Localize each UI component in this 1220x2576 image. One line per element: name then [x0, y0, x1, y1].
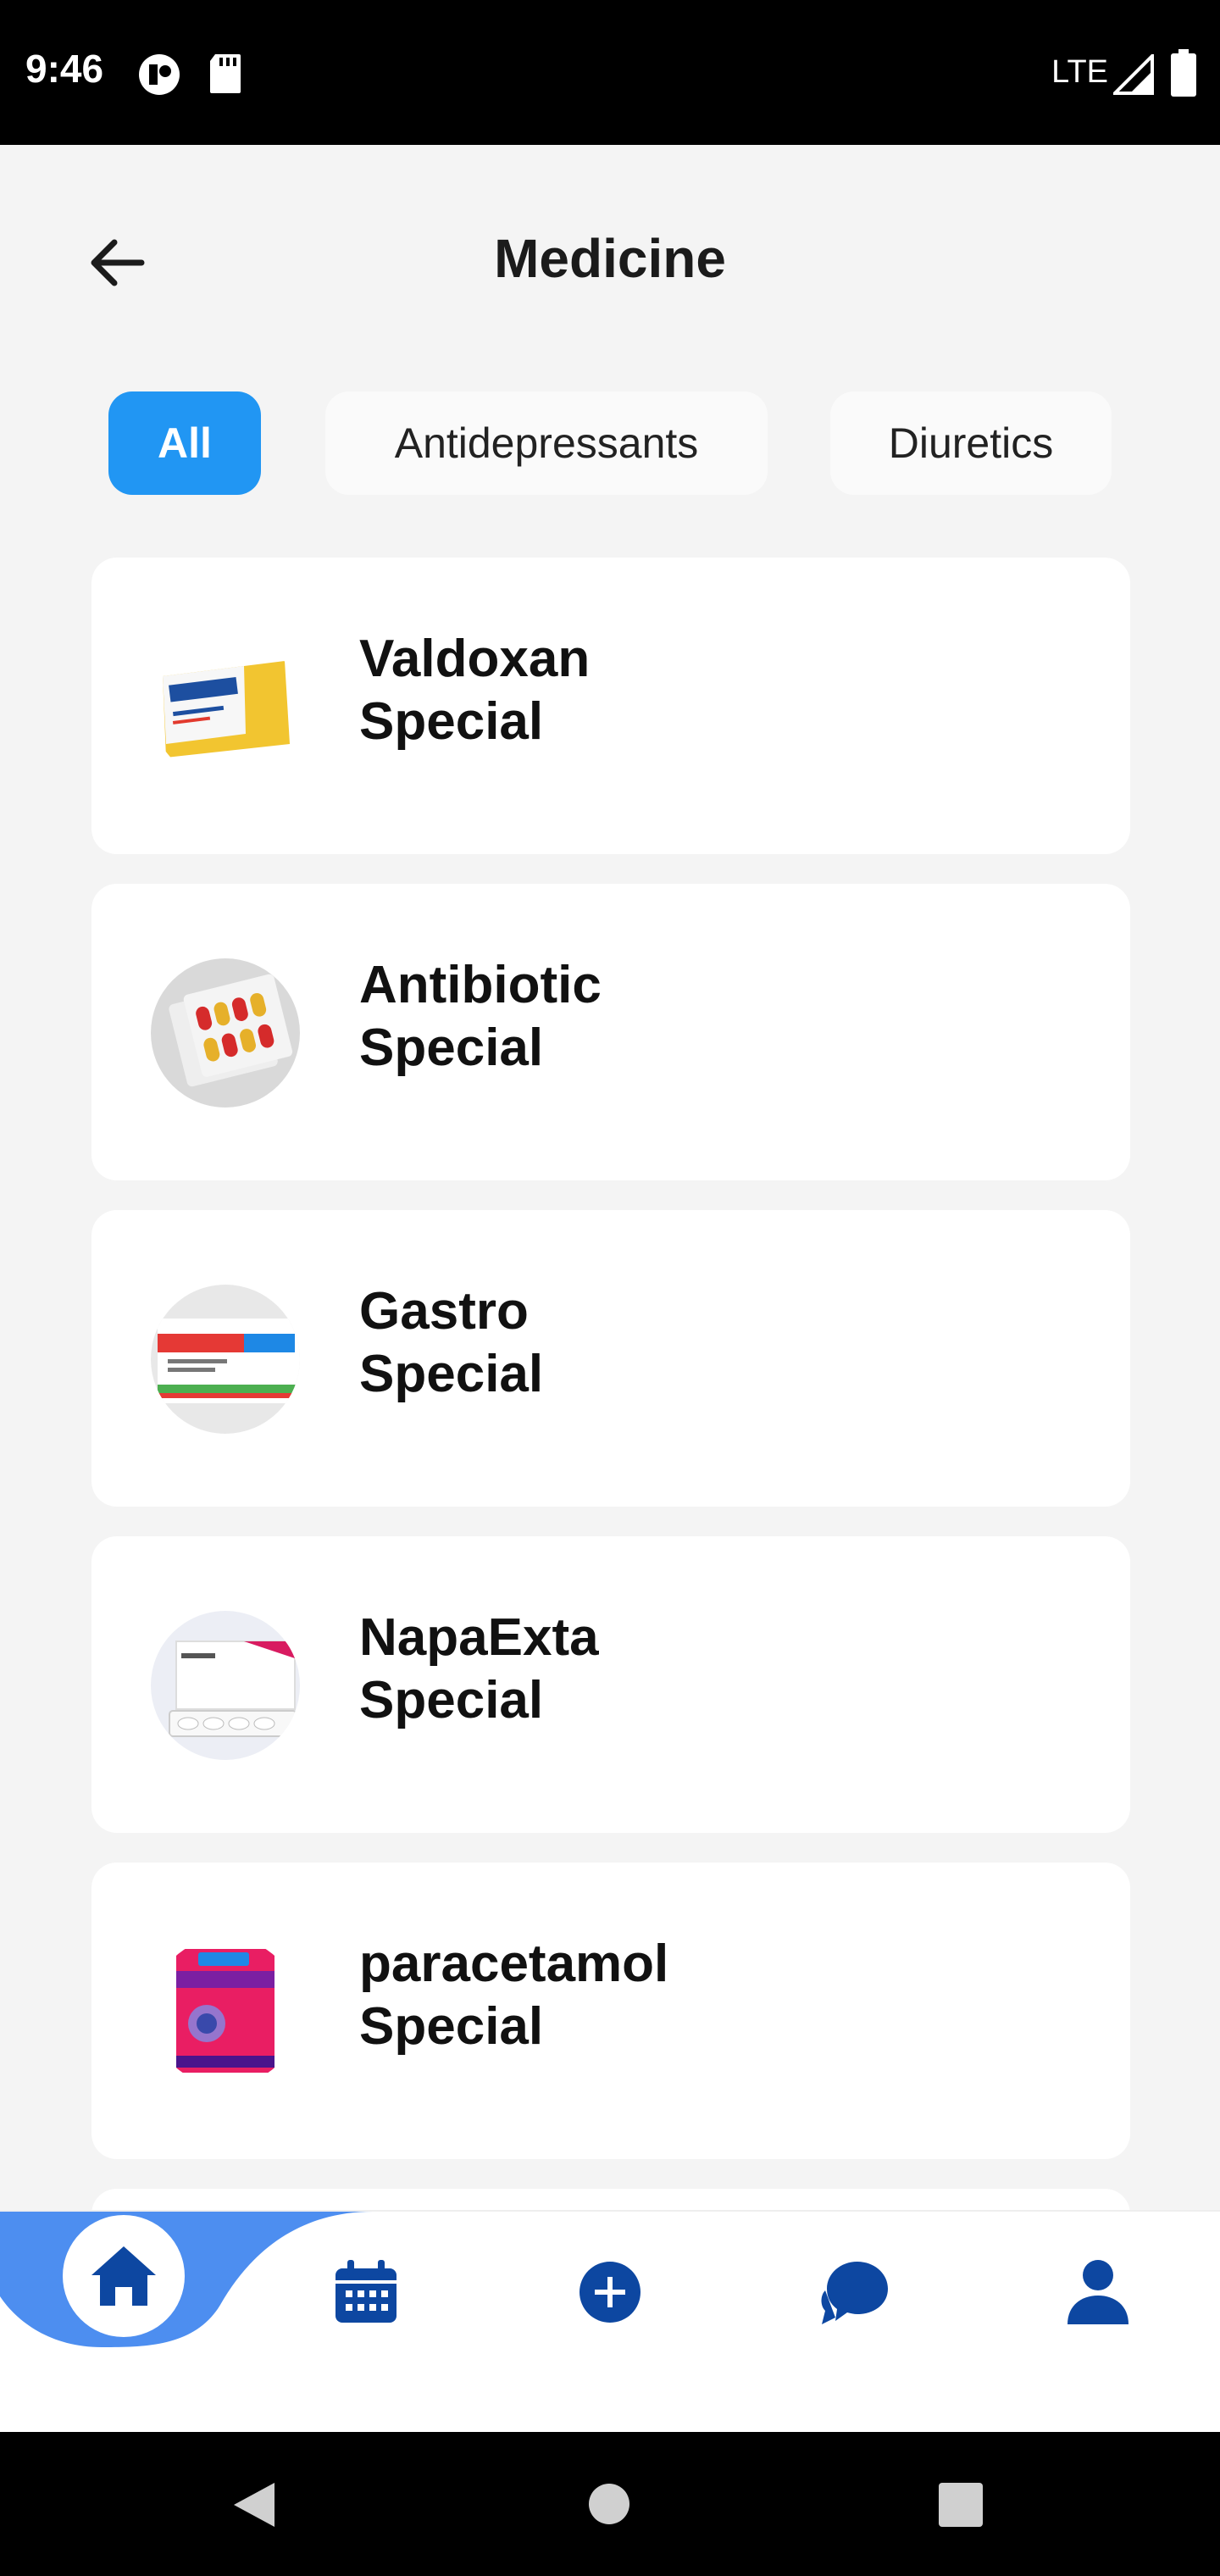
back-triangle-icon[interactable]: [232, 2481, 276, 2529]
medicine-subtitle: Special: [359, 1345, 544, 1403]
medicine-name: Valdoxan: [359, 630, 591, 688]
chip-antidepressants[interactable]: Antidepressants: [325, 391, 768, 495]
home-circle-icon[interactable]: [587, 2482, 631, 2526]
medicine-subtitle: Special: [359, 1019, 544, 1077]
medicine-card[interactable]: [92, 2189, 1130, 2210]
nav-chat[interactable]: [795, 2212, 913, 2373]
status-time: 9:46: [25, 47, 104, 91]
medicine-image: [151, 632, 300, 781]
bottom-navigation: [0, 2210, 1220, 2434]
medicine-image: [151, 958, 300, 1108]
profile-icon: [1068, 2260, 1128, 2324]
calendar-icon: [336, 2260, 396, 2323]
medicine-card[interactable]: Gastro Special: [92, 1210, 1130, 1507]
medicine-card[interactable]: paracetamol Special: [92, 1863, 1130, 2159]
nav-home[interactable]: [63, 2215, 185, 2337]
home-icon: [92, 2246, 156, 2306]
signal-icon: [1113, 54, 1154, 95]
medicine-card[interactable]: Valdoxan Special: [92, 558, 1130, 854]
medicine-card[interactable]: Antibiotic Special: [92, 884, 1130, 1180]
network-type: LTE: [1051, 54, 1108, 90]
nav-calendar[interactable]: [307, 2212, 425, 2373]
medicine-name: Antibiotic: [359, 956, 602, 1014]
battery-icon: [1171, 49, 1196, 97]
add-icon: [580, 2262, 640, 2323]
medicine-image: [151, 1611, 300, 1760]
status-bar: 9:46 LTE: [0, 0, 1220, 145]
page-title: Medicine: [494, 228, 726, 289]
medicine-subtitle: Special: [359, 692, 544, 751]
nav-profile[interactable]: [1039, 2212, 1157, 2373]
recents-square-icon[interactable]: [939, 2483, 983, 2527]
medicine-name: NapaExta: [359, 1608, 599, 1667]
category-filter: All Antidepressants Diuretics: [0, 391, 1220, 495]
chip-all[interactable]: All: [108, 391, 261, 495]
nav-add[interactable]: [551, 2212, 669, 2373]
medicine-name: paracetamol: [359, 1935, 669, 1993]
sd-card-icon: [210, 54, 241, 93]
medicine-card[interactable]: NapaExta Special: [92, 1536, 1130, 1833]
chip-diuretics[interactable]: Diuretics: [830, 391, 1112, 495]
medicine-name: Gastro: [359, 1282, 529, 1341]
medicine-image: [151, 1285, 300, 1434]
medicine-list: Valdoxan Special Antibiotic Special Gast…: [92, 558, 1130, 2210]
medicine-subtitle: Special: [359, 1671, 544, 1729]
medicine-image: [151, 1937, 300, 2086]
system-navigation-bar: [0, 2432, 1220, 2576]
medicine-subtitle: Special: [359, 1997, 544, 2056]
chat-icon: [821, 2262, 888, 2324]
circle-app-icon: [139, 54, 180, 95]
